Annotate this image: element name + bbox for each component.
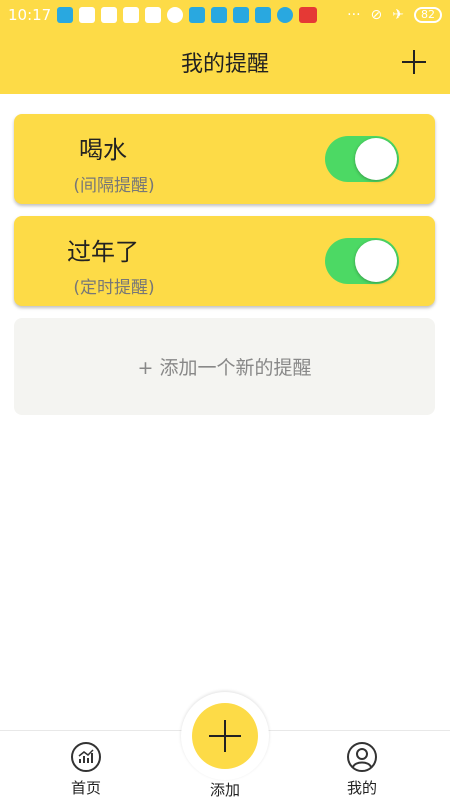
video-icon: [189, 7, 206, 23]
reminder-title: 喝水: [79, 136, 127, 164]
tab-home-label: 首页: [70, 779, 101, 797]
reminder-card[interactable]: 过年了 (定时提醒): [14, 216, 435, 306]
toggle-knob: [355, 138, 397, 180]
check-icon: [167, 7, 184, 23]
user-icon: [347, 742, 377, 772]
toggle-knob: [355, 240, 397, 282]
reminder-type: (定时提醒): [73, 278, 155, 298]
video-icon: [233, 7, 250, 23]
signal-off-icon: ⊘: [370, 7, 383, 23]
page-title: 我的提醒: [180, 52, 269, 77]
browser-icon: [277, 7, 294, 23]
android-icon: [123, 7, 140, 23]
tab-add-label: 添加: [209, 781, 240, 799]
tab-me[interactable]: 我的: [322, 741, 402, 798]
add-reminder-button[interactable]: + 添加一个新的提醒: [14, 318, 435, 415]
plus-icon[interactable]: [400, 48, 428, 76]
video-icon: [255, 7, 272, 23]
status-time: 10:17: [8, 6, 52, 24]
news-app-icon: [299, 7, 318, 23]
more-dots-icon: ···: [347, 7, 361, 23]
calendar-icon: [145, 7, 162, 23]
reminder-card[interactable]: 喝水 (间隔提醒): [14, 114, 435, 204]
android-icon: [79, 7, 96, 23]
android-icon: [101, 7, 118, 23]
play-store-icon: [57, 7, 74, 23]
chart-icon: [71, 742, 101, 772]
add-fab-button[interactable]: [192, 703, 258, 769]
status-right: ··· ⊘ ✈ 82: [347, 7, 442, 23]
video-icon: [211, 7, 228, 23]
tab-home[interactable]: 首页: [46, 741, 126, 798]
reminder-toggle[interactable]: [325, 136, 399, 182]
notification-icons: [57, 7, 347, 23]
battery-icon: 82: [414, 7, 442, 23]
reminder-title: 过年了: [67, 238, 139, 266]
status-bar: 10:17 ··· ⊘ ✈ 82: [0, 0, 450, 30]
reminder-type: (间隔提醒): [73, 176, 155, 196]
airplane-icon: ✈: [392, 7, 404, 23]
reminder-toggle[interactable]: [325, 238, 399, 284]
header: 我的提醒: [0, 30, 450, 94]
tab-me-label: 我的: [346, 779, 377, 797]
